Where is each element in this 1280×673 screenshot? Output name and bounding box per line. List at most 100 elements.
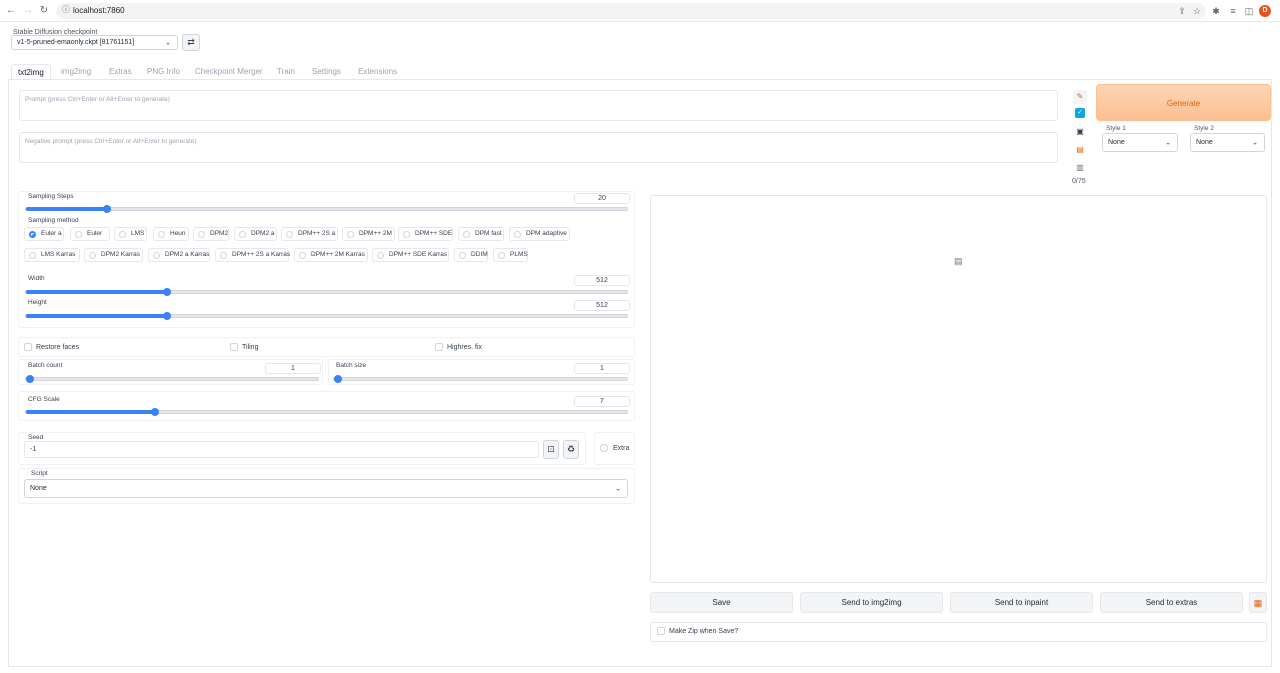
sampler-option[interactable]: DPM2 [193, 227, 229, 241]
style2-select[interactable]: None ⌄ [1190, 133, 1265, 152]
paste-icon[interactable]: ✎ [1073, 90, 1087, 104]
sampler-option[interactable]: DPM++ SDE Karras [372, 248, 449, 262]
restore-faces-checkbox[interactable]: Restore faces [24, 343, 79, 352]
sampler-option[interactable]: LMS Karras [24, 248, 80, 262]
tab-checkpoint-merger[interactable]: Checkpoint Merger [189, 64, 269, 80]
puzzle-icon[interactable]: ✱ [1209, 4, 1223, 18]
star-icon[interactable]: ☆ [1190, 4, 1204, 18]
batch-count-slider[interactable] [25, 375, 319, 383]
save-button[interactable]: Save [650, 592, 793, 613]
send-to-img2img-button[interactable]: Send to img2img [800, 592, 943, 613]
sampler-option[interactable]: DPM adaptive [509, 227, 570, 241]
cfg-scale-number[interactable]: 7 [574, 396, 630, 407]
sampler-option[interactable]: DPM++ SDE [398, 227, 453, 241]
reload-icon[interactable]: ↻ [37, 4, 51, 18]
forward-icon[interactable]: → [21, 4, 35, 18]
share-icon[interactable]: ⇧ [1175, 4, 1189, 18]
sampler-option-label: DPM++ SDE Karras [389, 251, 448, 258]
avatar[interactable]: D [1259, 5, 1271, 17]
radio-dot [89, 252, 96, 259]
prompt-input[interactable]: Prompt (press Ctrl+Enter or Alt+Enter to… [19, 90, 1058, 121]
sampler-option[interactable]: PLMS [493, 248, 528, 262]
batch-size-slider[interactable] [333, 375, 628, 383]
random-seed-button[interactable]: ⚀ [543, 440, 559, 459]
slider-thumb[interactable] [26, 375, 34, 383]
seed-value: -1 [30, 446, 37, 453]
radio-dot [29, 231, 36, 238]
height-number[interactable]: 512 [574, 300, 630, 311]
script-select[interactable]: None ⌄ [24, 479, 628, 498]
sampler-option[interactable]: DPM++ 2M [342, 227, 395, 241]
width-slider[interactable] [25, 288, 628, 296]
sampling-steps-number[interactable]: 20 [574, 193, 630, 204]
seed-input[interactable]: -1 [24, 441, 539, 458]
tab-txt2img[interactable]: txt2img [11, 64, 51, 80]
sampling-steps-slider[interactable] [25, 205, 628, 213]
back-icon[interactable]: ← [4, 4, 18, 18]
tab-extras[interactable]: Extras [103, 64, 138, 80]
sampler-option-label: DPM++ 2S a Karras [232, 251, 291, 258]
reuse-seed-button[interactable]: ♻ [563, 440, 579, 459]
radio-dot [403, 231, 410, 238]
slider-thumb[interactable] [103, 205, 111, 213]
extra-checkbox[interactable]: Extra [600, 444, 629, 453]
cfg-scale-slider[interactable] [25, 408, 628, 416]
sampler-option[interactable]: Heun [153, 227, 189, 241]
send-to-inpaint-button[interactable]: Send to inpaint [950, 592, 1093, 613]
radio-dot [299, 252, 306, 259]
slider-thumb[interactable] [151, 408, 159, 416]
sampler-option[interactable]: DPM++ 2S a [281, 227, 338, 241]
sampler-option[interactable]: Euler [70, 227, 110, 241]
chevron-down-icon: ⌄ [165, 39, 171, 46]
radio-dot [286, 231, 293, 238]
width-number[interactable]: 512 [574, 275, 630, 286]
slider-thumb[interactable] [163, 312, 171, 320]
address-bar[interactable]: ⓘ localhost:7860 [56, 3, 1206, 19]
sampler-option[interactable]: LMS [114, 227, 147, 241]
highres-fix-checkbox[interactable]: Highres. fix [435, 343, 482, 352]
restore-faces-label: Restore faces [36, 344, 80, 351]
slider-thumb[interactable] [163, 288, 171, 296]
tab-extensions[interactable]: Extensions [352, 64, 403, 80]
tab-train[interactable]: Train [271, 64, 301, 80]
sampler-option-label: Heun [170, 230, 186, 237]
make-zip-checkbox[interactable]: Make Zip when Save? [657, 627, 738, 636]
checkpoint-select[interactable]: v1-5-pruned-emaonly.ckpt [81761151] ⌄ [11, 35, 178, 50]
sampler-option[interactable]: DPM2 a [234, 227, 277, 241]
open-folder-button[interactable]: ▦ [1249, 592, 1267, 613]
checkbox-box [435, 343, 443, 351]
sampler-option[interactable]: DPM2 a Karras [148, 248, 210, 262]
style1-select[interactable]: None ⌄ [1102, 133, 1178, 152]
tiling-checkbox[interactable]: Tiling [230, 343, 258, 352]
radio-dot [75, 231, 82, 238]
tab-img2img[interactable]: img2img [55, 64, 97, 80]
batch-size-number[interactable]: 1 [574, 363, 630, 374]
token-counter: 0/75 [1072, 178, 1086, 185]
sampler-option[interactable]: DPM++ 2M Karras [294, 248, 368, 262]
sampler-option[interactable]: DDIM [454, 248, 488, 262]
panel-icon[interactable]: ◫ [1242, 4, 1256, 18]
negative-prompt-input[interactable]: Negative prompt (press Ctrl+Enter or Alt… [19, 132, 1058, 163]
sampler-option[interactable]: DPM++ 2S a Karras [215, 248, 291, 262]
trash-icon[interactable]: ▥ [1073, 161, 1087, 175]
checkpoint-value: v1-5-pruned-emaonly.ckpt [81761151] [17, 39, 135, 46]
slider-thumb[interactable] [334, 375, 342, 383]
sampler-option-label: DPM++ 2M [359, 230, 392, 237]
batch-count-number[interactable]: 1 [265, 363, 321, 374]
refresh-checkpoint-button[interactable]: ⇄ [182, 34, 200, 51]
sampler-option-label: LMS [131, 230, 145, 237]
sampler-option[interactable]: Euler a [24, 227, 64, 241]
send-to-extras-button[interactable]: Send to extras [1100, 592, 1243, 613]
save-icon[interactable]: ▣ [1073, 125, 1087, 139]
sampler-option[interactable]: DPM2 Karras [84, 248, 143, 262]
generate-button[interactable]: Generate [1096, 84, 1271, 121]
sampler-option-label: DPM fast [475, 230, 502, 237]
check-icon[interactable]: ✓ [1075, 108, 1085, 118]
tab-png-info[interactable]: PNG Info [141, 64, 186, 80]
make-zip-panel [650, 622, 1267, 642]
clipboard-icon[interactable]: ▤ [1073, 143, 1087, 157]
tab-settings[interactable]: Settings [306, 64, 347, 80]
list-icon[interactable]: ≡ [1226, 4, 1240, 18]
sampler-option[interactable]: DPM fast [458, 227, 504, 241]
height-slider[interactable] [25, 312, 628, 320]
